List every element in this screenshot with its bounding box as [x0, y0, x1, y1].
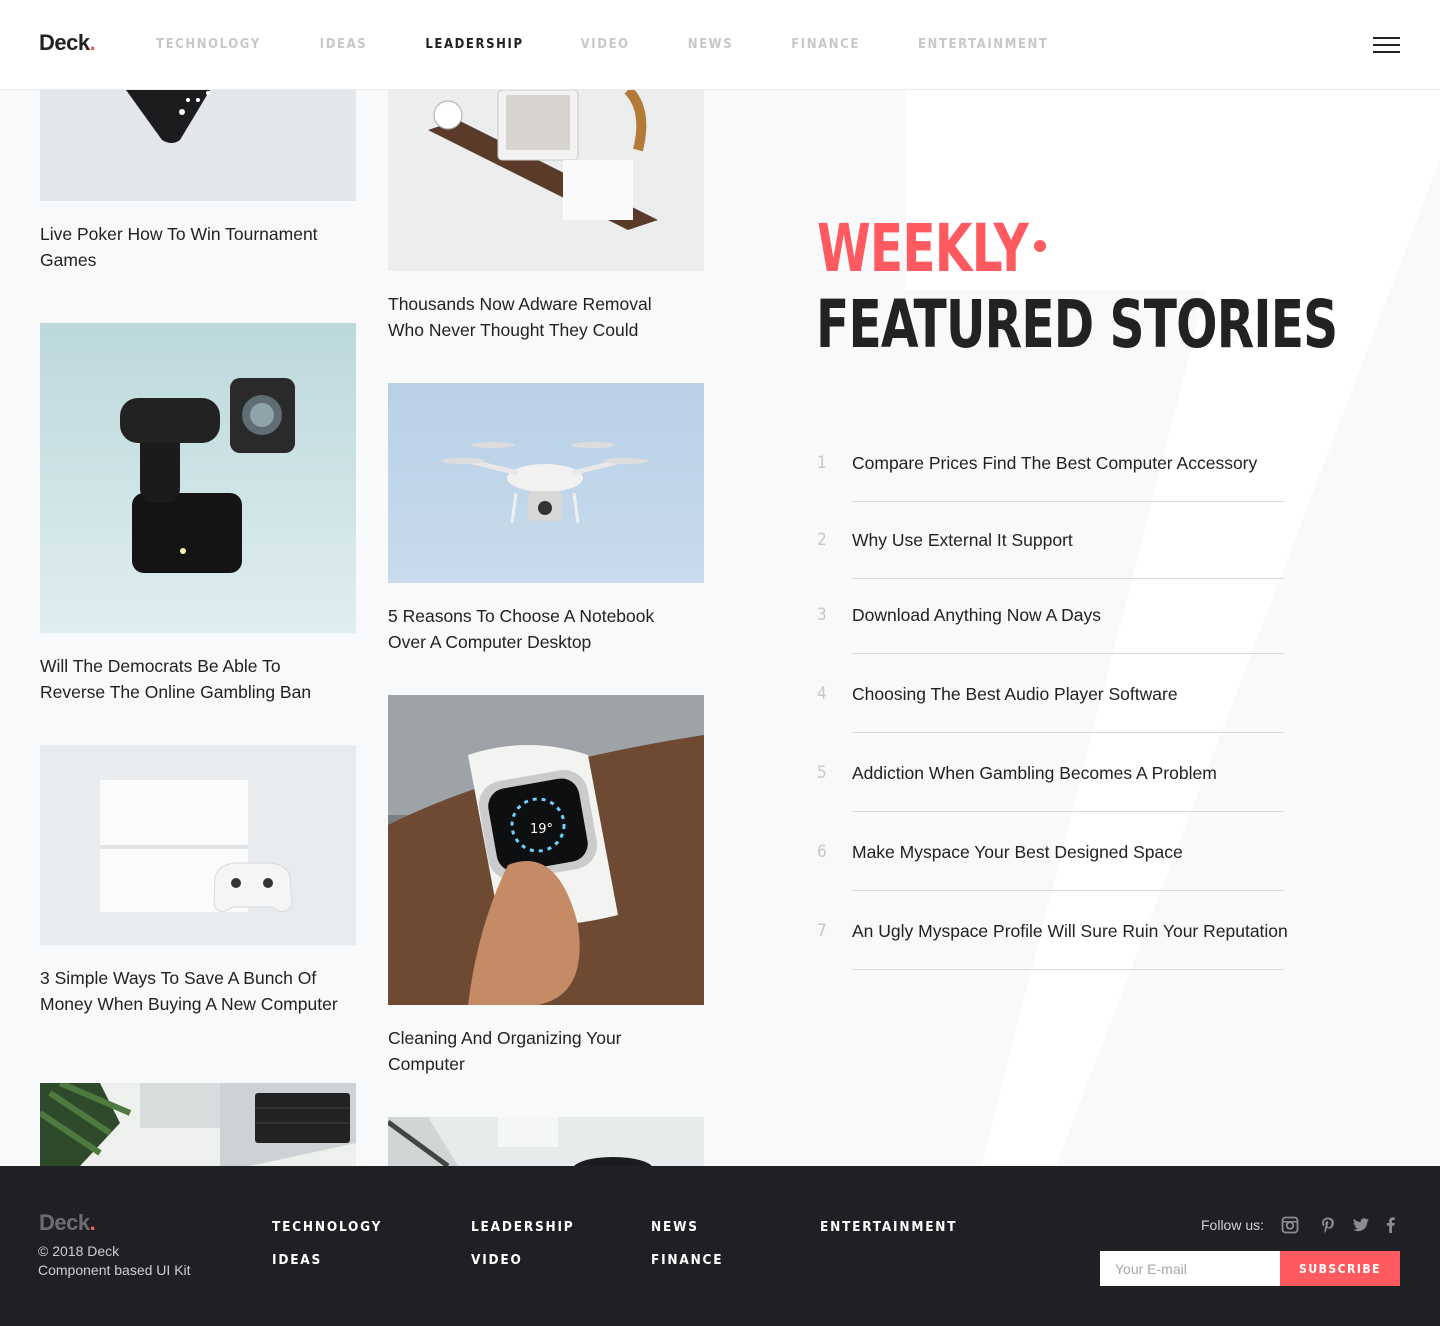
article-grid: Live Poker How To Win Tournament Games W… [0, 90, 736, 1166]
nav-item-technology[interactable]: TECHNOLOGY [156, 37, 261, 52]
footer-link-leadership[interactable]: LEADERSHIP [471, 1219, 575, 1235]
featured-item-title[interactable]: Addiction When Gambling Becomes A Proble… [852, 763, 1292, 784]
article-image[interactable] [40, 1083, 356, 1166]
rank-number: 5 [817, 763, 827, 783]
article-image[interactable] [388, 90, 704, 271]
main-nav: TECHNOLOGY IDEAS LEADERSHIP VIDEO NEWS F… [156, 37, 1107, 52]
featured-item-title[interactable]: Choosing The Best Audio Player Software [852, 684, 1292, 705]
article-title[interactable]: Will The Democrats Be Able To Reverse Th… [40, 653, 340, 705]
footer-link-finance[interactable]: FINANCE [651, 1252, 723, 1268]
nav-item-entertainment[interactable]: ENTERTAINMENT [918, 37, 1049, 52]
site-logo[interactable]: Deck. [39, 30, 96, 56]
copyright-text: © 2018 Deck [38, 1243, 120, 1259]
rank-number: 2 [817, 530, 827, 550]
article-title[interactable]: 3 Simple Ways To Save A Bunch Of Money W… [40, 965, 340, 1017]
article-title[interactable]: Thousands Now Adware Removal Who Never T… [388, 291, 688, 343]
article-title[interactable]: Cleaning And Organizing Your Computer [388, 1025, 688, 1077]
featured-item-title[interactable]: An Ugly Myspace Profile Will Sure Ruin Y… [852, 921, 1292, 942]
article-image[interactable] [388, 383, 704, 583]
nav-item-finance[interactable]: FINANCE [791, 37, 860, 52]
rank-number: 3 [817, 605, 827, 625]
follow-label: Follow us: [1201, 1217, 1265, 1233]
article-title[interactable]: 5 Reasons To Choose A Notebook Over A Co… [388, 603, 688, 655]
rank-number: 4 [817, 684, 827, 704]
footer-link-news[interactable]: NEWS [651, 1219, 699, 1235]
facebook-icon[interactable] [1382, 1216, 1400, 1234]
featured-item-title[interactable]: Make Myspace Your Best Designed Space [852, 842, 1292, 863]
featured-heading-accent: WEEKLY [817, 210, 1029, 287]
twitter-icon[interactable] [1352, 1216, 1370, 1234]
footer-copyright: © 2018 Deck Component based UI Kit [38, 1242, 191, 1280]
rank-number: 6 [817, 842, 827, 862]
footer-link-entertainment[interactable]: ENTERTAINMENT [820, 1219, 957, 1235]
featured-item-title[interactable]: Why Use External It Support [852, 530, 1292, 551]
rank-number: 1 [817, 453, 827, 473]
footer-logo[interactable]: Deck. [39, 1210, 96, 1236]
pinterest-icon[interactable] [1319, 1216, 1337, 1234]
article-image[interactable] [40, 745, 356, 945]
site-header: Deck. TECHNOLOGY IDEAS LEADERSHIP VIDEO … [0, 0, 1440, 90]
divider [852, 811, 1284, 812]
divider [852, 890, 1284, 891]
email-input[interactable] [1100, 1251, 1280, 1286]
article-image[interactable]: 19° [388, 695, 704, 1005]
featured-heading: FEATURED STORIES [816, 286, 1338, 363]
subscribe-button[interactable]: SUBSCRIBE [1280, 1251, 1400, 1286]
footer-link-ideas[interactable]: IDEAS [272, 1252, 322, 1268]
article-title[interactable]: Live Poker How To Win Tournament Games [40, 221, 340, 273]
nav-item-leadership[interactable]: LEADERSHIP [425, 37, 523, 52]
featured-item-title[interactable]: Download Anything Now A Days [852, 605, 1292, 626]
instagram-icon[interactable] [1281, 1216, 1299, 1234]
divider [852, 732, 1284, 733]
nav-item-news[interactable]: NEWS [688, 37, 734, 52]
divider [852, 653, 1284, 654]
featured-item-title[interactable]: Compare Prices Find The Best Computer Ac… [852, 453, 1292, 474]
tagline-text: Component based UI Kit [38, 1262, 191, 1278]
divider [852, 578, 1284, 579]
heading-dot [1034, 240, 1046, 252]
nav-item-video[interactable]: VIDEO [581, 37, 630, 52]
nav-item-ideas[interactable]: IDEAS [320, 37, 368, 52]
rank-number: 7 [817, 921, 827, 941]
site-footer: Deck. © 2018 Deck Component based UI Kit… [0, 1166, 1440, 1326]
footer-link-technology[interactable]: TECHNOLOGY [272, 1219, 382, 1235]
footer-link-video[interactable]: VIDEO [471, 1252, 523, 1268]
divider [852, 501, 1284, 502]
article-image[interactable] [40, 90, 356, 201]
article-image[interactable] [40, 323, 356, 633]
article-image[interactable] [388, 1117, 704, 1166]
divider [852, 969, 1284, 970]
svg-text:19°: 19° [530, 822, 553, 837]
menu-icon[interactable] [1373, 37, 1400, 53]
featured-panel: WEEKLY FEATURED STORIES 1 Compare Prices… [736, 90, 1440, 1166]
